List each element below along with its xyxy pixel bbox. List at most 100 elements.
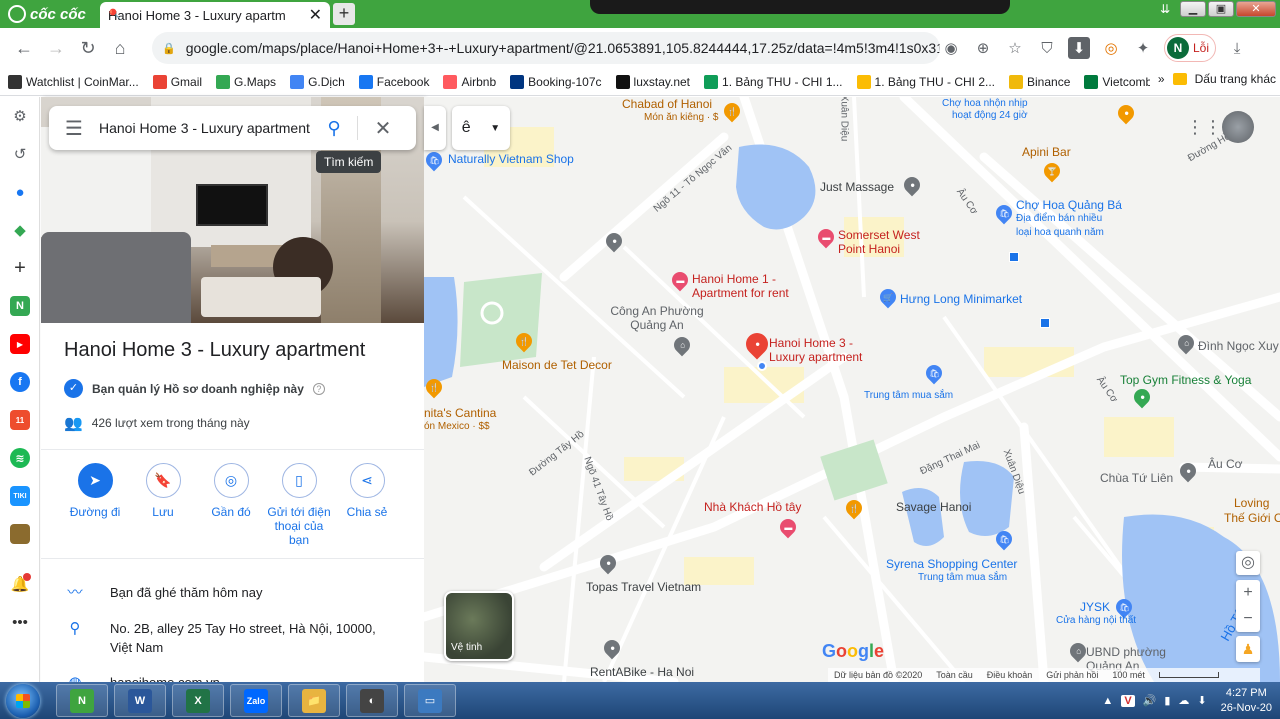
extensions-puzzle-icon[interactable]: ✦ — [1132, 37, 1154, 59]
back-icon[interactable]: ← — [8, 32, 40, 64]
label-hung-long[interactable]: Hưng Long Minimarket — [900, 292, 1022, 306]
locate-me-button[interactable]: ◎ — [1236, 551, 1260, 575]
bookmark-item[interactable]: luxstay.net — [615, 74, 690, 89]
nearby-button[interactable]: ◎ Gần đó — [197, 463, 265, 547]
address-row[interactable]: ⚲ No. 2B, alley 25 Tay Ho street, Hà Nội… — [64, 619, 400, 657]
label-hanoi-home3[interactable]: Hanoi Home 3 - Luxury apartment — [769, 336, 879, 364]
input-tools-button[interactable]: ê ▼ — [452, 106, 510, 150]
messenger-icon[interactable]: ● — [0, 173, 40, 211]
label-rentabike[interactable]: RentABike - Ha Noi — [590, 665, 694, 679]
minimize-button[interactable]: ▁ — [1180, 1, 1206, 17]
label-cho-qba[interactable]: Chợ Hoa Quảng Bá — [1016, 198, 1122, 212]
add-icon[interactable]: ⊕ — [972, 37, 994, 59]
map-canvas[interactable]: 🍴 🛍 ● ▬ ● ▬ 🛒 ⌂ 🍴 🍴 🛍 🍴 ▬ 🛍 ● ● ● 🍸 🛍 ⌂ … — [424, 97, 1280, 682]
download-tray-icon[interactable]: ⬇ — [1197, 694, 1206, 707]
bookmark-item[interactable]: Binance — [1009, 74, 1070, 89]
bookmark-item[interactable]: G.Maps — [216, 74, 276, 89]
send-to-phone-button[interactable]: ▯ Gửi tới điện thoại của bạn — [265, 463, 333, 547]
label-the-gioi[interactable]: Thế Giới C — [1224, 511, 1280, 525]
account-avatar[interactable] — [1222, 111, 1254, 143]
label-nha-khach[interactable]: Nhà Khách Hồ tây — [704, 500, 801, 514]
street-view-pegman-icon[interactable]: ♟ — [1236, 636, 1260, 662]
new-tab-button[interactable]: + — [333, 3, 355, 25]
history-icon[interactable]: ↺ — [0, 135, 40, 173]
collapse-panel-button[interactable]: ◀ — [424, 106, 446, 150]
directions-button[interactable]: ➤ Đường đi — [61, 463, 129, 547]
bookmark-item[interactable]: Watchlist | CoinMar... — [8, 74, 139, 89]
taskbar-word[interactable]: W — [114, 684, 166, 717]
download-shelf-icon[interactable]: ⇊ — [1160, 2, 1170, 16]
n-app-icon[interactable]: N — [0, 287, 40, 325]
bell-icon[interactable]: 🔔 — [0, 565, 40, 603]
label-savage[interactable]: Savage Hanoi — [896, 500, 971, 514]
label-cantina[interactable]: nita's Cantina — [424, 406, 496, 420]
label-dinh-ngoc[interactable]: Đình Ngọc Xuy — [1198, 339, 1279, 353]
cloud-icon[interactable]: ☁ — [1178, 694, 1189, 707]
share-button[interactable]: ⋖ Chia sẻ — [333, 463, 401, 547]
taskbar-excel[interactable]: X — [172, 684, 224, 717]
shopee-icon[interactable]: 11 — [0, 401, 40, 439]
clock[interactable]: 4:27 PM 26-Nov-20 — [1221, 686, 1272, 716]
taskbar-recorder[interactable]: ◐ — [346, 684, 398, 717]
start-button[interactable] — [6, 684, 40, 718]
bus-stop-icon[interactable] — [1040, 318, 1050, 328]
downloads-tray-icon[interactable]: ⤓ — [1226, 37, 1248, 59]
global-link[interactable]: Toàn cầu — [936, 670, 973, 680]
taskbar-zalo[interactable]: Zalo — [230, 684, 282, 717]
vietkey-icon[interactable]: V — [1121, 694, 1135, 707]
bookmark-item[interactable]: Gmail — [152, 74, 202, 89]
label-somerset[interactable]: Somerset West Point Hanoi — [838, 228, 938, 256]
help-icon[interactable]: ? — [312, 382, 325, 395]
taskbar-coccoc[interactable]: N — [56, 684, 108, 717]
network-icon[interactable]: ▮ — [1164, 694, 1170, 707]
label-trung-tam[interactable]: Trung tâm mua sắm — [864, 389, 953, 403]
home-icon[interactable]: ⌂ — [104, 32, 136, 64]
label-apini[interactable]: Apini Bar — [1022, 145, 1071, 159]
facebook-icon[interactable]: f — [0, 363, 40, 401]
tray-expand-icon[interactable]: ▲ — [1102, 695, 1113, 707]
coccoc-extension-icon[interactable]: ◎ — [1100, 37, 1122, 59]
settings-gear-icon[interactable]: ⚙ — [0, 97, 40, 135]
label-cong-an[interactable]: Công An Phường Quảng An — [602, 304, 712, 332]
bookmark-item[interactable]: Facebook — [358, 74, 429, 89]
visited-row[interactable]: 〰 Bạn đã ghé thăm hôm nay — [64, 583, 400, 602]
feedback-link[interactable]: Gửi phản hồi — [1046, 670, 1098, 680]
more-icon[interactable]: ••• — [0, 603, 40, 641]
label-just-massage[interactable]: Just Massage — [820, 180, 894, 194]
taskbar-display[interactable]: ▭ — [404, 684, 456, 717]
shield-icon[interactable]: ⛉ — [1036, 37, 1058, 59]
website-row[interactable]: ◍ hanoihome.com.vn — [64, 673, 400, 682]
tab-google-maps[interactable]: 📍 Hanoi Home 3 - Luxury apartm ✕ — [100, 2, 330, 28]
url-text[interactable]: google.com/maps/place/Hanoi+Home+3+-+Lux… — [186, 40, 940, 56]
bookmark-item[interactable]: 1. Bảng THU - CHI 1... — [704, 74, 843, 89]
label-loving[interactable]: Loving — [1234, 496, 1269, 510]
search-input[interactable] — [99, 120, 311, 136]
scale-label[interactable]: 100 mét — [1112, 670, 1145, 680]
bookmark-item[interactable]: Airbnb — [443, 74, 496, 89]
clear-search-icon[interactable]: ✕ — [358, 116, 408, 141]
taskbar-explorer[interactable]: 📁 — [288, 684, 340, 717]
download-icon[interactable]: ⬇ — [1068, 37, 1090, 59]
label-top-gym[interactable]: Top Gym Fitness & Yoga — [1120, 373, 1251, 387]
label-maison[interactable]: Maison de Tet Decor — [502, 358, 612, 372]
label-chabad[interactable]: Chabad of Hanoi — [622, 97, 712, 111]
coccoc-brand[interactable]: cốc cốc — [0, 0, 100, 28]
add-sidebar-icon[interactable]: + — [0, 249, 40, 287]
label-jysk[interactable]: JYSK — [1080, 600, 1110, 614]
lock-icon[interactable]: 🔒 — [162, 42, 176, 55]
tiki-icon[interactable]: TIKI — [0, 477, 40, 515]
label-naturally[interactable]: Naturally Vietnam Shop — [448, 152, 574, 166]
terms-link[interactable]: Điều khoản — [987, 670, 1033, 680]
zoom-out-button[interactable]: − — [1236, 606, 1260, 632]
bookmark-item[interactable]: 1. Bảng THU - CHI 2... — [856, 74, 995, 89]
menu-icon[interactable]: ☰ — [49, 116, 99, 141]
spotify-icon[interactable]: ≋ — [0, 439, 40, 477]
close-tab-icon[interactable]: ✕ — [309, 5, 322, 25]
profile-button[interactable]: N Lỗi — [1164, 34, 1217, 62]
other-bookmarks-label[interactable]: Dấu trang khác — [1195, 72, 1276, 86]
search-icon[interactable]: ⚲ — [311, 118, 357, 139]
zoom-in-button[interactable]: + — [1236, 580, 1260, 606]
verified-business[interactable]: ✓ Bạn quản lý Hồ sơ doanh nghiệp này ? — [64, 379, 325, 398]
reload-icon[interactable]: ↻ — [72, 32, 104, 64]
label-chua-tu-lien[interactable]: Chùa Tứ Liên — [1100, 471, 1173, 485]
